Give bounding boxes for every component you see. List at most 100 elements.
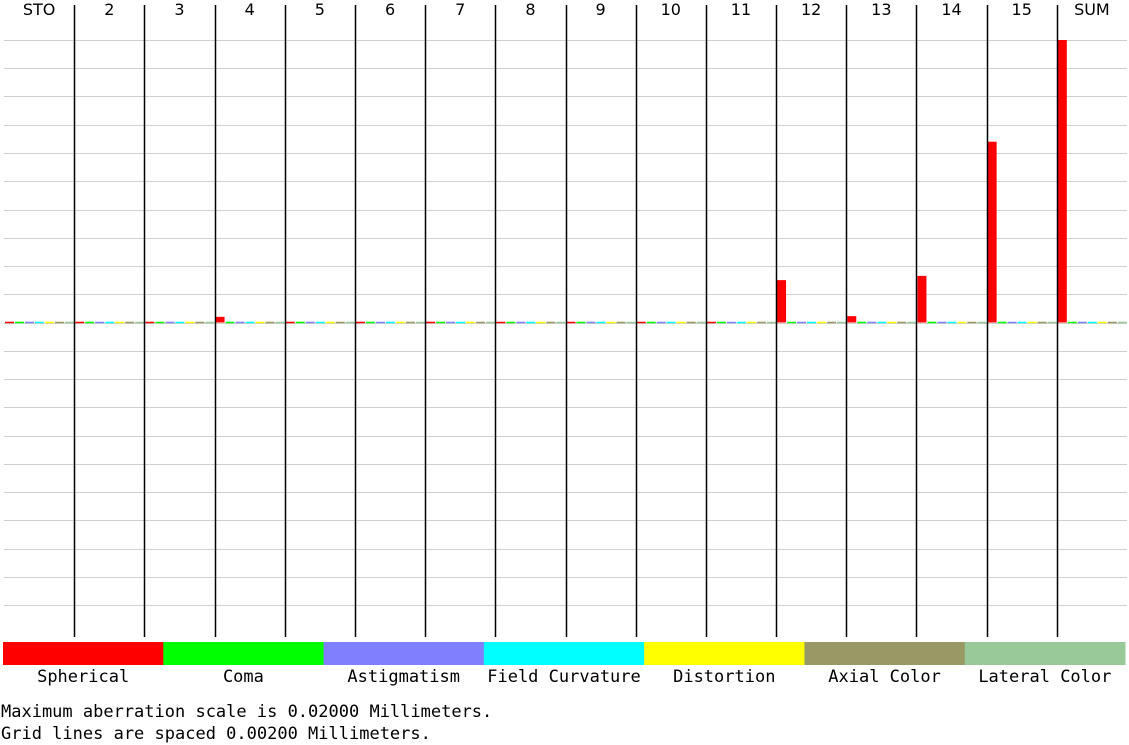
legend-swatch-coma [163, 642, 325, 665]
bar-astigmatism-5 [305, 321, 315, 324]
bar-coma-15 [997, 321, 1007, 324]
column-header-11: 11 [731, 0, 751, 19]
bar-spherical-4 [215, 316, 225, 323]
column-header-7: 7 [455, 0, 465, 19]
bar-spherical-3 [145, 321, 155, 324]
bar-spherical-sto [5, 321, 14, 324]
bar-distortion-11 [746, 321, 756, 324]
bar-spherical-11 [706, 321, 716, 324]
bar-field-curvature-12 [807, 321, 817, 324]
bar-distortion-6 [395, 321, 405, 324]
footnote-grid-spacing: Grid lines are spaced 0.00200 Millimeter… [1, 724, 431, 744]
column-header-4: 4 [245, 0, 255, 19]
bar-lateral-color-3 [205, 321, 215, 324]
bar-coma-7 [436, 321, 446, 324]
bar-distortion-2 [115, 321, 125, 324]
column-header-5: 5 [315, 0, 325, 19]
bar-distortion-8 [536, 321, 546, 324]
legend-swatch-astigmatism [323, 642, 485, 665]
bar-lateral-color-10 [696, 321, 706, 324]
bar-distortion-3 [185, 321, 195, 324]
bar-axial-color-15 [1037, 321, 1047, 324]
bar-coma-14 [927, 321, 937, 324]
bar-astigmatism-6 [375, 321, 385, 324]
bar-astigmatism-3 [165, 321, 175, 324]
bar-distortion-7 [466, 321, 476, 324]
legend-label-lateral-color: Lateral Color [978, 667, 1111, 687]
bar-lateral-color-4 [275, 321, 285, 324]
bar-axial-color-12 [827, 321, 837, 324]
bar-coma-4 [225, 321, 235, 324]
bar-axial-color-10 [686, 321, 696, 324]
bar-lateral-color-9 [626, 321, 636, 324]
bar-distortion-9 [606, 321, 616, 324]
legend-label-spherical: Spherical [37, 667, 129, 687]
bar-astigmatism-15 [1007, 321, 1017, 324]
bar-spherical-6 [355, 321, 365, 324]
bar-axial-color-2 [125, 321, 135, 324]
bar-astigmatism-14 [937, 321, 947, 324]
bar-coma-10 [646, 321, 656, 324]
bar-spherical-10 [636, 321, 646, 324]
bar-spherical-13 [847, 316, 857, 323]
bar-axial-color-8 [546, 321, 556, 324]
seidel-diagram: STO 2 3 4 5 6 7 8 9 10 11 12 13 14 15 SUM Spherical Coma… [3, 0, 1127, 687]
bar-spherical-12 [777, 280, 787, 323]
bar-lateral-color-15 [1047, 321, 1057, 324]
bar-field-curvature-14 [947, 321, 957, 324]
bar-spherical-15 [987, 141, 997, 323]
bar-lateral-color-2 [135, 321, 145, 324]
bar-axial-color-13 [897, 321, 907, 324]
bar-astigmatism-sto [25, 321, 34, 324]
bar-coma-5 [295, 321, 305, 324]
column-header-13: 13 [871, 0, 891, 19]
bar-astigmatism-sum [1077, 321, 1087, 324]
bar-lateral-color-sto [65, 321, 74, 324]
bar-field-curvature-6 [385, 321, 395, 324]
bar-axial-color-5 [335, 321, 345, 324]
bar-spherical-7 [426, 321, 436, 324]
bar-field-curvature-3 [175, 321, 185, 324]
legend-swatch-distortion [644, 642, 805, 665]
bar-lateral-color-13 [907, 321, 917, 324]
legend-label-distortion: Distortion [673, 667, 775, 687]
bar-lateral-color-8 [556, 321, 566, 324]
bar-field-curvature-sum [1087, 321, 1097, 324]
bar-field-curvature-2 [105, 321, 115, 324]
column-header-sum: SUM [1074, 0, 1110, 19]
column-header-10: 10 [661, 0, 681, 19]
bar-coma-3 [155, 321, 165, 324]
bar-astigmatism-2 [95, 321, 105, 324]
legend-label-axial-color: Axial Color [828, 667, 941, 687]
legend-swatch-axial-color [804, 642, 966, 665]
column-header-12: 12 [801, 0, 821, 19]
bar-field-curvature-10 [666, 321, 676, 324]
column-header-6: 6 [385, 0, 395, 19]
bar-field-curvature-4 [245, 321, 255, 324]
bar-lateral-color-14 [977, 321, 987, 324]
bar-field-curvature-13 [877, 321, 887, 324]
bar-distortion-13 [887, 321, 897, 324]
bar-coma-6 [365, 321, 375, 324]
bar-axial-color-3 [195, 321, 205, 324]
bar-spherical-8 [496, 321, 506, 324]
bar-coma-2 [85, 321, 95, 324]
bar-astigmatism-12 [797, 321, 807, 324]
bar-distortion-15 [1027, 321, 1037, 324]
bar-spherical-14 [917, 275, 927, 323]
legend: Spherical Coma Astigmatism Field Curvature D… [3, 642, 1126, 687]
legend-swatch-field-curvature [483, 642, 645, 665]
bar-field-curvature-7 [456, 321, 466, 324]
legend-label-field-curvature: Field Curvature [487, 667, 641, 687]
bar-field-curvature-8 [526, 321, 536, 324]
footnote-max-scale: Maximum aberration scale is 0.02000 Mill… [1, 702, 493, 722]
bar-distortion-14 [957, 321, 967, 324]
column-header-8: 8 [525, 0, 535, 19]
bar-axial-color-9 [616, 321, 626, 324]
bar-distortion-4 [255, 321, 265, 324]
bar-field-curvature-9 [596, 321, 606, 324]
column-header-3: 3 [174, 0, 184, 19]
bar-distortion-12 [817, 321, 827, 324]
bar-field-curvature-15 [1017, 321, 1027, 324]
bar-field-curvature-sto [35, 321, 44, 324]
